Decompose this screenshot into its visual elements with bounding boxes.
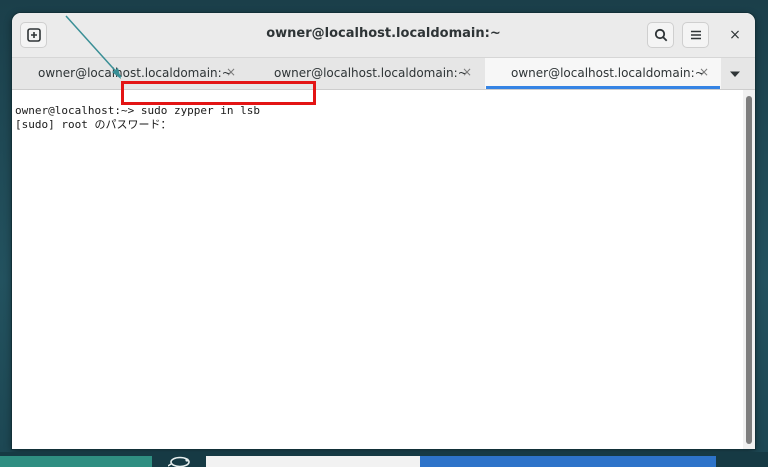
opensuse-logo-icon	[168, 456, 190, 467]
taskbar-segment	[0, 456, 152, 467]
window-title: owner@localhost.localdomain:~	[266, 26, 501, 41]
window-close-button[interactable]: ×	[724, 24, 746, 46]
terminal-window: owner@localhost.localdomain:~ × owner@lo…	[12, 13, 755, 449]
terminal-output[interactable]: owner@localhost:~> sudo zypper in lsb [s…	[12, 90, 741, 449]
terminal-line-command: owner@localhost:~> sudo zypper in lsb	[15, 104, 261, 117]
header-bar: owner@localhost.localdomain:~ ×	[12, 13, 755, 58]
close-icon: ×	[729, 27, 741, 43]
terminal-line-password-prompt: [sudo] root のパスワード：	[15, 118, 172, 131]
tab-close-icon[interactable]: ×	[462, 65, 472, 79]
tab-label: owner@localhost.localdomain:~	[38, 66, 232, 80]
tab-label: owner@localhost.localdomain:~	[274, 66, 468, 80]
chevron-down-icon[interactable]	[728, 67, 742, 81]
taskbar-segment	[206, 456, 420, 467]
scrollbar-thumb[interactable]	[746, 96, 752, 444]
search-icon	[654, 28, 667, 42]
tab-close-icon[interactable]: ×	[699, 65, 709, 79]
tab-label: owner@localhost.localdomain:~	[511, 66, 705, 80]
active-tab-indicator	[486, 86, 720, 89]
tab-3-active[interactable]: owner@localhost.localdomain:~ ×	[485, 58, 721, 89]
taskbar	[0, 452, 768, 467]
menu-button[interactable]	[682, 22, 709, 48]
search-button[interactable]	[647, 22, 674, 48]
hamburger-menu-icon	[690, 30, 701, 40]
tab-close-icon[interactable]: ×	[226, 65, 236, 79]
taskbar-segment	[420, 456, 716, 467]
scrollbar[interactable]	[743, 90, 755, 449]
highlight-box	[121, 81, 316, 105]
